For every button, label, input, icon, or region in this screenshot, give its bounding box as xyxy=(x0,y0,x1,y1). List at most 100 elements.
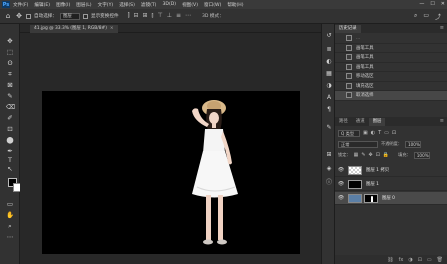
brush-tool-icon[interactable]: ✐ xyxy=(6,114,14,122)
align-vcenter-icon[interactable]: ⊤ xyxy=(157,12,162,20)
menu-select[interactable]: 选择(S) xyxy=(119,2,135,8)
hand-tool-icon[interactable]: ✋ xyxy=(6,211,14,219)
eyedropper-tool-icon[interactable]: ✎ xyxy=(6,92,14,100)
swatches-panel-icon[interactable]: ▦ xyxy=(325,70,333,78)
visibility-eye-icon[interactable]: 👁 xyxy=(337,195,345,201)
minimize-icon[interactable]: — xyxy=(419,1,424,7)
search-icon[interactable]: ⌕ xyxy=(414,12,417,21)
menu-help[interactable]: 帮助(H) xyxy=(227,2,243,8)
maximize-icon[interactable]: ☐ xyxy=(430,1,434,7)
align-right-icon[interactable]: ⊞ xyxy=(143,12,148,20)
paragraph-panel-icon[interactable]: ¶ xyxy=(325,106,333,114)
history-item[interactable]: ... xyxy=(335,34,447,44)
home-icon[interactable]: ⌂ xyxy=(4,12,12,20)
history-item[interactable]: 移动选区 xyxy=(335,72,447,82)
brush-panel-icon[interactable]: ✎ xyxy=(325,124,333,132)
layer-style-icon[interactable]: fx xyxy=(399,257,404,263)
close-icon[interactable]: ✕ xyxy=(441,1,445,7)
lasso-tool-icon[interactable]: ʘ xyxy=(6,59,14,67)
tab-paths[interactable]: 路径 xyxy=(335,118,352,126)
stamp-tool-icon[interactable]: ⊡ xyxy=(6,125,14,133)
blend-mode-dropdown[interactable]: 正常 xyxy=(338,140,378,148)
adjustment-layer-icon[interactable]: ◑ xyxy=(408,257,412,263)
filter-pixel-icon[interactable]: ▣ xyxy=(363,130,368,136)
libraries-panel-icon[interactable]: ⊞ xyxy=(325,151,333,159)
move-tool-icon[interactable]: ✥ xyxy=(15,12,23,20)
lock-position-icon[interactable]: ✥ xyxy=(369,152,373,158)
marquee-tool-icon[interactable]: ⬚ xyxy=(6,48,14,56)
visibility-eye-icon[interactable]: 👁 xyxy=(337,167,345,173)
filter-smart-icon[interactable]: ⊡ xyxy=(392,130,396,136)
link-layers-icon[interactable]: ⛓ xyxy=(387,257,393,263)
layer-kind-filter[interactable]: Q 类型 xyxy=(338,129,360,137)
align-left-icon[interactable]: ⫿ xyxy=(128,12,130,20)
history-panel-icon[interactable]: ↺ xyxy=(325,32,333,40)
menu-type[interactable]: 文字(Y) xyxy=(98,2,114,8)
gradient-tool-icon[interactable]: ⬤ xyxy=(6,136,14,144)
menu-filter[interactable]: 滤镜(T) xyxy=(141,2,157,8)
panel-menu-icon[interactable]: ≡ xyxy=(440,25,444,31)
align-bottom-icon[interactable]: ⊥ xyxy=(167,12,172,20)
info-panel-icon[interactable]: ⓘ xyxy=(325,179,333,187)
history-item[interactable]: 画笔工具 xyxy=(335,63,447,72)
close-tab-icon[interactable]: × xyxy=(110,26,114,31)
adjustments-panel-icon[interactable]: ◑ xyxy=(325,82,333,90)
path-select-tool-icon[interactable]: ↖ xyxy=(6,165,14,173)
menu-image[interactable]: 图像(I) xyxy=(56,2,70,8)
fill-input[interactable]: 100% xyxy=(413,151,430,159)
styles-panel-icon[interactable]: ◈ xyxy=(325,165,333,173)
history-item-active[interactable]: 取消选择 xyxy=(335,91,447,101)
menu-window[interactable]: 窗口(W) xyxy=(204,2,221,8)
color-panel-icon[interactable]: ◐ xyxy=(325,58,333,66)
menu-view[interactable]: 视图(V) xyxy=(182,2,198,8)
character-panel-icon[interactable]: A xyxy=(325,94,333,102)
document-canvas[interactable] xyxy=(42,91,300,254)
healing-tool-icon[interactable]: ⌫ xyxy=(6,103,15,111)
menu-3d[interactable]: 3D(D) xyxy=(162,2,176,7)
align-hcenter-icon[interactable]: ⊟ xyxy=(133,12,138,20)
lock-pixels-icon[interactable]: ▦ xyxy=(354,152,359,158)
menu-layer[interactable]: 图层(L) xyxy=(76,2,91,8)
tab-channels[interactable]: 通道 xyxy=(352,118,369,126)
crop-tool-icon[interactable]: ⊠ xyxy=(6,81,14,89)
tab-history[interactable]: 历史记录 xyxy=(335,25,361,33)
distribute-icon[interactable]: ≡ xyxy=(176,12,181,20)
pen-tool-icon[interactable]: ✒ xyxy=(6,147,14,155)
history-item[interactable]: 画笔工具 xyxy=(335,44,447,53)
share-icon[interactable]: ⤴ xyxy=(435,12,441,21)
quick-mask-icon[interactable]: ▭ xyxy=(6,200,14,208)
layer-mask-thumbnail[interactable] xyxy=(364,193,378,203)
opacity-input[interactable]: 100% xyxy=(404,140,421,148)
layer-row-selected[interactable]: 👁 图层 0 xyxy=(335,192,447,205)
lock-all-icon[interactable]: 🔒 xyxy=(383,152,389,158)
menu-file[interactable]: 文件(F) xyxy=(13,2,28,8)
edit-toolbar-icon[interactable]: ⋯ xyxy=(6,233,14,241)
lock-paint-icon[interactable]: ✎ xyxy=(361,152,365,158)
visibility-eye-icon[interactable]: 👁 xyxy=(337,181,345,187)
filter-adjust-icon[interactable]: ◐ xyxy=(371,130,375,136)
lock-artboard-icon[interactable]: ⊡ xyxy=(376,152,380,158)
canvas-workspace[interactable] xyxy=(20,34,321,264)
menu-edit[interactable]: 编辑(E) xyxy=(34,2,50,8)
type-tool-icon[interactable]: T xyxy=(6,156,14,164)
history-item[interactable]: 画笔工具 xyxy=(335,53,447,63)
transform-controls-checkbox[interactable] xyxy=(82,13,88,19)
filter-type-icon[interactable]: T xyxy=(378,130,381,136)
history-item[interactable]: 填充选区 xyxy=(335,82,447,91)
delete-layer-icon[interactable]: 🗑 xyxy=(437,257,443,263)
new-layer-icon[interactable]: ▭ xyxy=(427,257,432,263)
properties-panel-icon[interactable]: ≣ xyxy=(325,46,333,54)
add-mask-icon[interactable]: ⊡ xyxy=(418,257,422,263)
layer-row[interactable]: 👁 图层 1 xyxy=(335,178,447,191)
workspace-icon[interactable]: ▭ xyxy=(423,12,429,21)
more-options-icon[interactable]: ⋯ xyxy=(185,12,191,20)
align-top-icon[interactable]: ⫾ xyxy=(152,12,154,20)
tab-layers[interactable]: 图层 xyxy=(368,118,386,126)
filter-shape-icon[interactable]: ▭ xyxy=(384,130,389,136)
layer-row[interactable]: 👁 图层 1 拷贝 xyxy=(335,164,447,177)
zoom-tool-icon[interactable]: ⌕ xyxy=(6,222,14,230)
move-tool-icon[interactable]: ✥ xyxy=(6,37,14,45)
auto-select-checkbox[interactable] xyxy=(26,13,31,19)
auto-select-dropdown[interactable]: 图层 xyxy=(59,12,80,20)
panel-menu-icon[interactable]: ≡ xyxy=(440,118,444,124)
